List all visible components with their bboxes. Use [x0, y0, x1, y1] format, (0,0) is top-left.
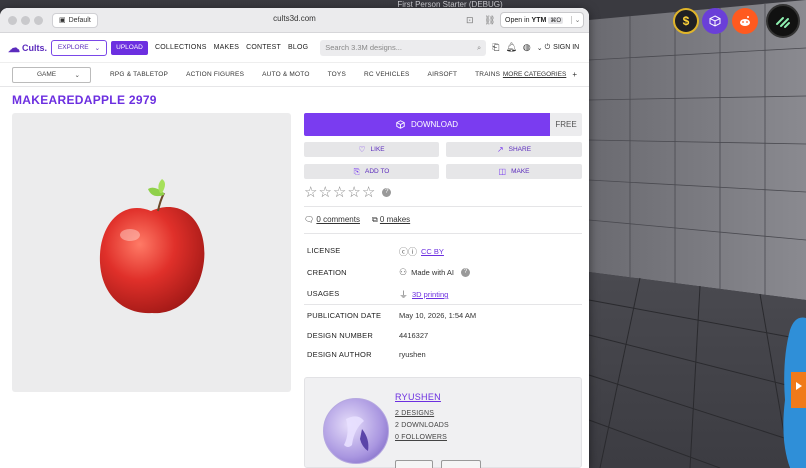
- nav-blog[interactable]: BLOG: [288, 44, 308, 51]
- share-icon: ↗: [496, 145, 504, 154]
- license-label: LICENSE: [307, 246, 341, 255]
- globe-icon[interactable]: ◍: [523, 42, 531, 53]
- license-value: ⓒⓘ CC BY: [399, 245, 444, 258]
- cart-icon[interactable]: ⎗: [492, 42, 499, 53]
- printer-icon: ⏚: [399, 290, 409, 300]
- star-icon[interactable]: ☆: [304, 185, 317, 201]
- plus-icon[interactable]: +: [572, 70, 577, 79]
- follow-button[interactable]: [395, 460, 433, 468]
- chevron-down-icon[interactable]: ⌄: [537, 44, 543, 52]
- license-link[interactable]: CC BY: [421, 247, 444, 256]
- camera-icon: ◫: [498, 167, 507, 176]
- design-number-value: 4416327: [399, 331, 429, 340]
- usages-link[interactable]: 3D printing: [412, 290, 448, 299]
- add-to-button[interactable]: ⎘ ADD TO: [304, 164, 439, 179]
- usages-label: USAGES: [307, 289, 340, 298]
- cults-logo[interactable]: ☁ Cults.: [8, 41, 48, 55]
- pubdate-label: PUBLICATION DATE: [307, 311, 382, 320]
- explore-button[interactable]: EXPLORE ⌄: [51, 39, 107, 56]
- category-auto-moto[interactable]: AUTO & MOTO: [262, 71, 309, 78]
- robot-icon: ⚇: [399, 267, 408, 277]
- divider: [304, 206, 582, 207]
- design-number-label: DESIGN NUMBER: [307, 331, 373, 340]
- engagement-counts: 🗨︎ 0 comments ⧉ 0 makes: [304, 215, 410, 225]
- sign-in-link[interactable]: ⏻ SIGN IN: [545, 44, 580, 52]
- site-header: ☁ Cults. EXPLORE ⌄ UPLOAD COLLECTIONS MA…: [0, 33, 589, 63]
- creation-label: CREATION: [307, 268, 347, 277]
- star-icon[interactable]: ☆: [347, 185, 360, 201]
- reddit-icon[interactable]: [732, 8, 758, 34]
- comment-icon: 🗨︎: [304, 215, 315, 224]
- author-downloads: 2 DOWNLOADS: [395, 422, 449, 429]
- usages-value: ⏚ 3D printing: [399, 288, 448, 301]
- help-icon[interactable]: ?: [461, 268, 471, 277]
- rating-stars[interactable]: ☆ ☆ ☆ ☆ ☆ ?: [304, 185, 392, 201]
- star-icon[interactable]: ☆: [333, 185, 346, 201]
- cube-icon: [396, 120, 405, 129]
- browser-toolbar: ▣ Default cults3d.com ⊡ ⛓ Open in YTM ⌘O…: [0, 8, 589, 33]
- apple-image: [99, 179, 205, 314]
- author-followers-link[interactable]: 0 FOLLOWERS: [395, 434, 447, 441]
- design-author-value: ryushen: [399, 350, 426, 359]
- chevron-down-icon: ⌄: [74, 71, 80, 79]
- bell-icon[interactable]: 🔔︎: [505, 42, 516, 53]
- category-action-figures[interactable]: ACTION FIGURES: [186, 71, 244, 78]
- more-categories-link[interactable]: MORE CATEGORIES: [503, 71, 566, 78]
- search-icon[interactable]: ⌕: [477, 43, 481, 53]
- message-button[interactable]: [441, 460, 481, 468]
- upload-button[interactable]: UPLOAD: [111, 40, 148, 55]
- open-in-app-button[interactable]: Open in YTM ⌘O ⌄: [500, 12, 584, 28]
- cloud-logo-icon: ☁: [8, 40, 20, 55]
- star-icon[interactable]: ☆: [318, 185, 331, 201]
- category-bar: GAME ⌄ RPG & TABLETOP ACTION FIGURES AUT…: [0, 63, 589, 87]
- divider: [304, 304, 582, 305]
- category-rpg[interactable]: RPG & TABLETOP: [110, 71, 168, 78]
- category-toys[interactable]: TOYS: [328, 71, 346, 78]
- chevron-down-icon[interactable]: ⌄: [571, 16, 583, 24]
- category-airsoft[interactable]: AIRSOFT: [428, 71, 458, 78]
- heart-icon: ♡: [358, 145, 366, 154]
- download-button[interactable]: DOWNLOAD: [304, 113, 550, 136]
- nav-contest[interactable]: CONTEST: [246, 44, 281, 51]
- search-input[interactable]: Search 3.3M designs... ⌕: [320, 39, 487, 56]
- power-icon: ⏻: [544, 43, 551, 51]
- price-badge: FREE: [550, 113, 582, 136]
- cube-icon[interactable]: [702, 8, 728, 34]
- category-rc-vehicles[interactable]: RC VEHICLES: [364, 71, 410, 78]
- comments-link[interactable]: 🗨︎ 0 comments: [304, 215, 360, 225]
- author-name-link[interactable]: RYUSHEN: [395, 392, 441, 402]
- pubdate-value: May 10, 2026, 1:54 AM: [399, 311, 477, 320]
- makes-link[interactable]: ⧉ 0 makes: [372, 215, 410, 225]
- category-select[interactable]: GAME ⌄: [12, 66, 91, 83]
- help-icon[interactable]: ?: [382, 188, 392, 197]
- author-designs-link[interactable]: 2 DESIGNS: [395, 410, 434, 417]
- category-trains[interactable]: TRAINS: [475, 71, 500, 78]
- author-card: RYUSHEN 2 DESIGNS 2 DOWNLOADS 0 FOLLOWER…: [304, 377, 582, 468]
- star-icon[interactable]: ☆: [362, 185, 375, 201]
- nav-makes[interactable]: MAKES: [214, 44, 240, 51]
- creative-commons-icon: ⓒⓘ: [399, 247, 418, 257]
- page-title: MAKEAREDAPPLE 2979: [12, 93, 157, 107]
- link-icon[interactable]: ⛓: [484, 15, 495, 26]
- chevron-down-icon: ⌄: [94, 44, 101, 52]
- reader-mode-icon[interactable]: ⊡: [466, 15, 474, 26]
- nav-collections[interactable]: COLLECTIONS: [155, 44, 207, 51]
- avatar[interactable]: [323, 398, 389, 464]
- make-button[interactable]: ◫ MAKE: [446, 164, 582, 179]
- makes-icon: ⧉: [371, 215, 378, 224]
- bookmark-icon: ⎘: [353, 166, 361, 176]
- app-logo-icon[interactable]: [766, 4, 800, 38]
- design-author-label: DESIGN AUTHOR: [307, 350, 372, 359]
- like-button[interactable]: ♡ LIKE: [304, 142, 439, 157]
- dollar-icon[interactable]: $: [673, 8, 699, 34]
- design-preview-image[interactable]: [12, 113, 291, 392]
- creation-value: ⚇ Made with AI ?: [399, 267, 471, 278]
- avatar-glyph: [344, 416, 369, 451]
- share-button[interactable]: ↗ SHARE: [446, 142, 582, 157]
- divider: [304, 233, 582, 234]
